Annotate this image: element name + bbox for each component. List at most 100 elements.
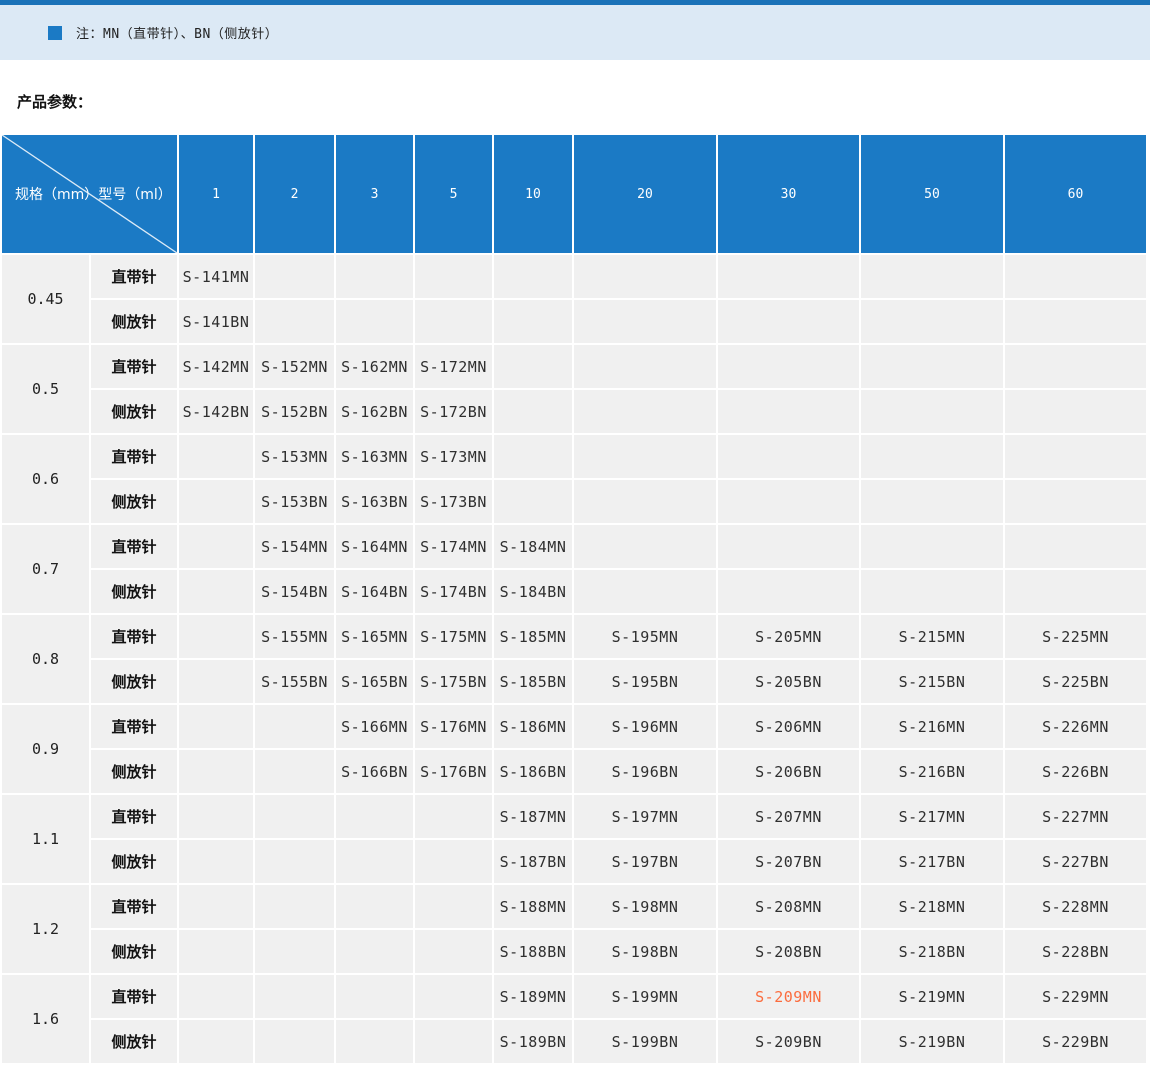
empty-cell xyxy=(336,930,413,973)
model-cell: S-215MN xyxy=(861,615,1003,658)
empty-cell xyxy=(179,660,253,703)
empty-cell xyxy=(179,1020,253,1063)
empty-cell xyxy=(1005,390,1146,433)
empty-cell xyxy=(718,300,859,343)
model-cell: S-196BN xyxy=(574,750,716,793)
model-cell: S-173BN xyxy=(415,480,492,523)
model-cell: S-163MN xyxy=(336,435,413,478)
model-cell: S-175BN xyxy=(415,660,492,703)
model-cell: S-199BN xyxy=(574,1020,716,1063)
model-cell: S-186MN xyxy=(494,705,572,748)
model-cell: S-162BN xyxy=(336,390,413,433)
model-cell: S-163BN xyxy=(336,480,413,523)
model-cell: S-205MN xyxy=(718,615,859,658)
empty-cell xyxy=(494,390,572,433)
model-cell: S-154BN xyxy=(255,570,334,613)
needle-type-cell: 直带针 xyxy=(91,345,177,388)
model-cell: S-199MN xyxy=(574,975,716,1018)
model-cell: S-227BN xyxy=(1005,840,1146,883)
corner-model-label: 型号（ml） xyxy=(98,187,172,203)
empty-cell xyxy=(179,795,253,838)
model-cell: S-155BN xyxy=(255,660,334,703)
empty-cell xyxy=(179,705,253,748)
note-banner: 注：MN（直带针）、BN（侧放针） xyxy=(0,5,1150,60)
empty-cell xyxy=(861,345,1003,388)
needle-type-cell: 侧放针 xyxy=(91,840,177,883)
needle-type-cell: 侧放针 xyxy=(91,300,177,343)
empty-cell xyxy=(179,930,253,973)
model-cell: S-217MN xyxy=(861,795,1003,838)
model-cell: S-228MN xyxy=(1005,885,1146,928)
model-cell: S-152MN xyxy=(255,345,334,388)
empty-cell xyxy=(494,255,572,298)
empty-cell xyxy=(574,480,716,523)
needle-type-cell: 直带针 xyxy=(91,615,177,658)
empty-cell xyxy=(415,255,492,298)
column-header-50ml: 50 xyxy=(861,135,1003,253)
empty-cell xyxy=(179,570,253,613)
spec-cell: 1.2 xyxy=(2,885,89,973)
model-cell: S-172BN xyxy=(415,390,492,433)
model-cell: S-209MN xyxy=(718,975,859,1018)
model-cell: S-198MN xyxy=(574,885,716,928)
empty-cell xyxy=(494,300,572,343)
model-cell: S-219MN xyxy=(861,975,1003,1018)
column-header-1ml: 1 xyxy=(179,135,253,253)
empty-cell xyxy=(179,435,253,478)
corner-spec-label: 规格（mm） xyxy=(15,187,99,203)
model-cell: S-164BN xyxy=(336,570,413,613)
column-header-60ml: 60 xyxy=(1005,135,1146,253)
empty-cell xyxy=(574,435,716,478)
empty-cell xyxy=(574,345,716,388)
spec-cell: 0.7 xyxy=(2,525,89,613)
model-cell: S-196MN xyxy=(574,705,716,748)
model-cell: S-184MN xyxy=(494,525,572,568)
model-cell: S-141MN xyxy=(179,255,253,298)
empty-cell xyxy=(179,840,253,883)
model-cell: S-188MN xyxy=(494,885,572,928)
model-cell: S-208BN xyxy=(718,930,859,973)
empty-cell xyxy=(179,480,253,523)
model-cell: S-189MN xyxy=(494,975,572,1018)
empty-cell xyxy=(574,525,716,568)
spec-cell: 0.8 xyxy=(2,615,89,703)
spec-cell: 0.6 xyxy=(2,435,89,523)
model-cell: S-225BN xyxy=(1005,660,1146,703)
empty-cell xyxy=(861,525,1003,568)
needle-type-cell: 直带针 xyxy=(91,525,177,568)
model-cell: S-142BN xyxy=(179,390,253,433)
model-cell: S-175MN xyxy=(415,615,492,658)
empty-cell xyxy=(179,525,253,568)
empty-cell xyxy=(1005,435,1146,478)
needle-type-cell: 侧放针 xyxy=(91,480,177,523)
model-cell: S-165BN xyxy=(336,660,413,703)
empty-cell xyxy=(574,300,716,343)
empty-cell xyxy=(255,840,334,883)
model-cell: S-217BN xyxy=(861,840,1003,883)
empty-cell xyxy=(336,840,413,883)
model-cell: S-162MN xyxy=(336,345,413,388)
empty-cell xyxy=(415,840,492,883)
empty-cell xyxy=(718,525,859,568)
model-cell: S-205BN xyxy=(718,660,859,703)
empty-cell xyxy=(415,930,492,973)
model-cell: S-197BN xyxy=(574,840,716,883)
empty-cell xyxy=(336,795,413,838)
model-cell: S-218BN xyxy=(861,930,1003,973)
column-header-2ml: 2 xyxy=(255,135,334,253)
empty-cell xyxy=(718,390,859,433)
empty-cell xyxy=(494,480,572,523)
model-cell: S-166BN xyxy=(336,750,413,793)
empty-cell xyxy=(574,255,716,298)
needle-type-cell: 直带针 xyxy=(91,885,177,928)
empty-cell xyxy=(861,255,1003,298)
model-cell: S-164MN xyxy=(336,525,413,568)
model-cell: S-173MN xyxy=(415,435,492,478)
empty-cell xyxy=(179,885,253,928)
model-cell: S-172MN xyxy=(415,345,492,388)
model-cell: S-216BN xyxy=(861,750,1003,793)
empty-cell xyxy=(718,570,859,613)
model-cell: S-186BN xyxy=(494,750,572,793)
needle-type-cell: 侧放针 xyxy=(91,750,177,793)
empty-cell xyxy=(255,705,334,748)
